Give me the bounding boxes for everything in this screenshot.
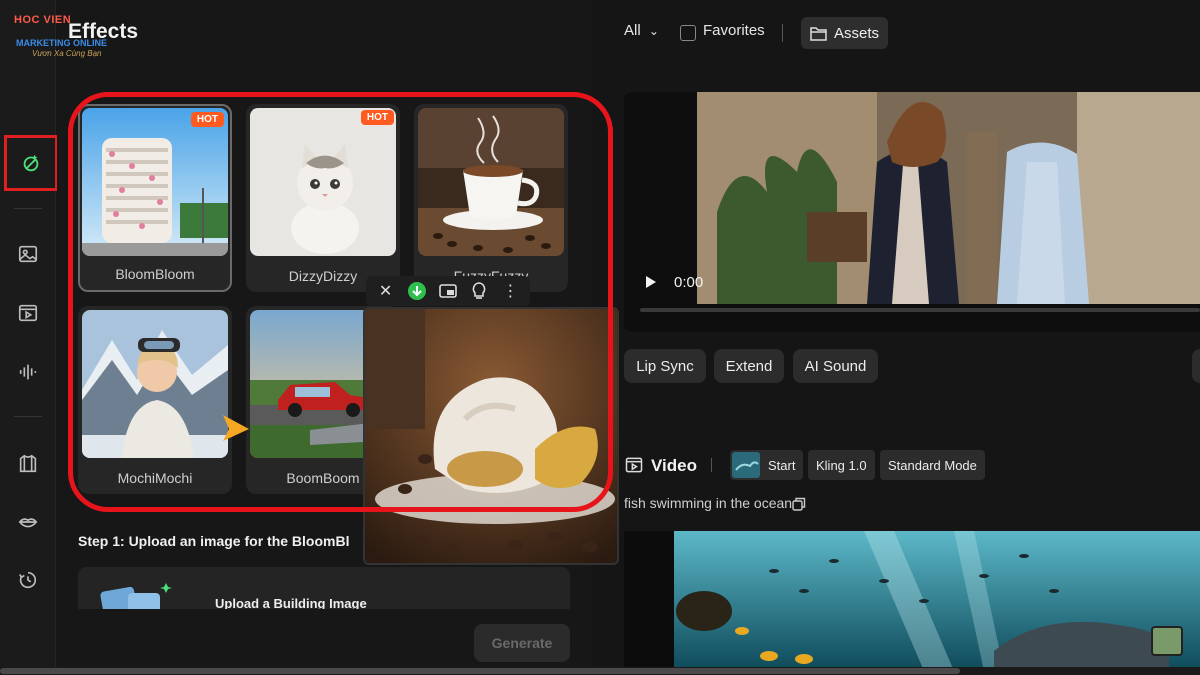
effect-card-bloombloom[interactable]: HOT BloomBloom [78,104,232,292]
effect-card-mochimochi[interactable]: MochiMochi [78,306,232,494]
rail-history-button[interactable] [8,560,48,600]
start-frame-tag[interactable]: Start [730,450,804,480]
video-player[interactable] [624,92,1200,332]
brand-name: HOC VIEN [14,14,72,26]
model-tag[interactable]: Kling 1.0 [808,450,875,480]
sidebar-rail [0,0,58,675]
extend-button[interactable]: Extend [714,349,784,383]
rail-video-button[interactable] [8,293,48,333]
rail-divider [14,208,42,209]
close-icon[interactable]: ✕ [374,279,398,303]
assets-button[interactable]: Assets [801,17,888,49]
folder-icon [810,26,827,41]
step-1-heading: Step 1: Upload an image for the BloomBl [78,533,350,549]
rail-divider [14,416,42,417]
start-frame-thumbnail [732,452,760,478]
video-prompt: fish swimming in the ocean [624,495,793,511]
lightbulb-icon[interactable] [467,279,491,303]
toolbar-divider [782,24,783,42]
history-icon [19,571,37,589]
effect-card-fuzzyfuzzy[interactable]: FuzzyFuzzy [414,104,568,292]
upload-dropzone[interactable]: Upload a Building Image [78,567,570,609]
upload-label: Upload a Building Image [215,596,367,609]
effect-thumbnail [82,310,228,458]
generate-button[interactable]: Generate [474,624,570,662]
hot-badge: HOT [190,112,224,127]
hot-badge: HOT [360,110,394,125]
cursor-icon [223,415,249,441]
favorites-label[interactable]: Favorites [703,22,765,39]
panel-title: Effects [68,20,139,43]
lip-sync-button[interactable]: Lip Sync [624,349,706,383]
effect-preview-video[interactable] [363,307,619,565]
video-icon [625,457,643,473]
more-icon[interactable]: ⋮ [498,279,522,303]
filter-dropdown[interactable]: All ⌄ [624,22,659,39]
effect-thumbnail [82,108,228,256]
lips-icon [18,518,38,528]
image-upload-icon [100,583,172,609]
video-section-title: Video [651,456,697,475]
shirt-icon [19,454,37,473]
audio-wave-icon [19,364,37,380]
app-window: HOC VIEN MARKETING ONLINE Vươn Xa Cùng B… [0,0,1200,675]
copy-icon[interactable] [792,497,806,511]
rail-image-button[interactable] [8,234,48,274]
video-time: 0:00 [674,274,704,291]
start-label: Start [768,457,796,473]
rail-tryon-button[interactable] [8,444,48,484]
effect-thumbnail [418,108,564,256]
rail-lipsync-button[interactable] [8,502,48,542]
preview-toolbar: ✕ ⋮ [366,276,530,306]
scrollbar-thumb[interactable] [0,668,960,674]
title-divider [711,458,712,472]
rail-effects-button[interactable] [4,135,58,191]
more-actions-button[interactable] [1192,349,1200,383]
ai-sound-button[interactable]: AI Sound [793,349,878,383]
download-icon[interactable] [405,279,429,303]
filter-label: All [624,22,641,39]
brand-tagline: Vươn Xa Cùng Bạn [32,49,102,58]
play-icon[interactable] [645,275,657,289]
effect-thumbnail [250,108,396,256]
favorites-checkbox[interactable] [680,25,696,41]
video-frame [697,92,1200,304]
rail-audio-button[interactable] [8,352,48,392]
effect-label: MochiMochi [117,470,193,486]
assets-label: Assets [833,24,879,42]
chevron-down-icon: ⌄ [648,24,659,38]
horizontal-scrollbar[interactable] [0,667,1200,675]
picture-in-picture-icon[interactable] [436,279,460,303]
video-icon [18,304,38,322]
video-result-thumbnail[interactable] [624,531,1200,671]
image-icon [18,245,38,263]
effect-label: BloomBloom [115,266,195,282]
effects-icon [23,154,39,172]
mode-tag[interactable]: Standard Mode [880,450,985,480]
effect-card-dizzydizzy[interactable]: HOT DizzyDizzy [246,104,400,292]
video-progress-bar[interactable] [640,308,1200,312]
